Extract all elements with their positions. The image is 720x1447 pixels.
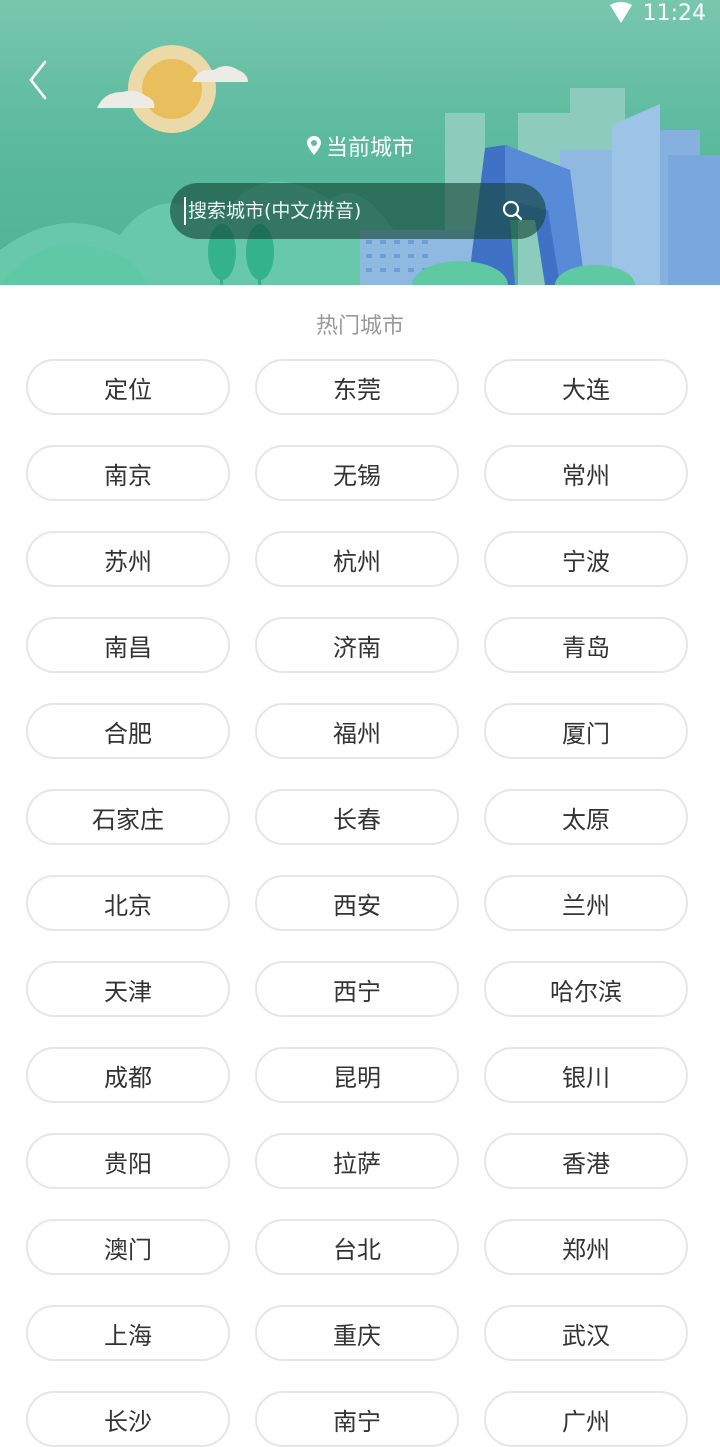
city-button[interactable]: 长沙 <box>26 1391 230 1447</box>
city-button[interactable]: 长春 <box>255 789 459 845</box>
current-city-label[interactable]: 当前城市 <box>0 130 720 162</box>
city-button[interactable]: 福州 <box>255 703 459 759</box>
city-button[interactable]: 大连 <box>484 359 688 415</box>
city-button[interactable]: 杭州 <box>255 531 459 587</box>
city-button[interactable]: 定位 <box>26 359 230 415</box>
city-button[interactable]: 拉萨 <box>255 1133 459 1189</box>
city-button[interactable]: 东莞 <box>255 359 459 415</box>
search-bar <box>170 183 546 239</box>
chevron-left-icon <box>29 60 47 100</box>
city-button[interactable]: 香港 <box>484 1133 688 1189</box>
city-search-input[interactable] <box>184 197 500 225</box>
city-button[interactable]: 厦门 <box>484 703 688 759</box>
city-button[interactable]: 澳门 <box>26 1219 230 1275</box>
city-button[interactable]: 苏州 <box>26 531 230 587</box>
hot-cities-title: 热门城市 <box>315 314 404 339</box>
city-button[interactable]: 无锡 <box>255 445 459 501</box>
city-button[interactable]: 石家庄 <box>26 789 230 845</box>
city-button[interactable]: 太原 <box>484 789 688 845</box>
city-button[interactable]: 济南 <box>255 617 459 673</box>
city-button[interactable]: 兰州 <box>484 875 688 931</box>
city-button[interactable]: 南京 <box>26 445 230 501</box>
city-button[interactable]: 昆明 <box>255 1047 459 1103</box>
status-time: 11:24 <box>642 0 706 26</box>
city-button[interactable]: 常州 <box>484 445 688 501</box>
city-button[interactable]: 南昌 <box>26 617 230 673</box>
city-button[interactable]: 天津 <box>26 961 230 1017</box>
city-button[interactable]: 青岛 <box>484 617 688 673</box>
city-button[interactable]: 上海 <box>26 1305 230 1361</box>
hot-cities-grid: 定位 东莞 大连南京 无锡 常州苏州 杭州 宁波南昌 济南 青岛合肥 福州 厦门石家庄 长春 太原北京西… <box>26 359 690 1447</box>
city-button[interactable]: 银川 <box>484 1047 688 1103</box>
city-button[interactable]: 重庆 <box>255 1305 459 1361</box>
city-button[interactable]: 合肥 <box>26 703 230 759</box>
city-button[interactable]: 广州 <box>484 1391 688 1447</box>
location-pin-icon <box>306 136 321 155</box>
wifi-icon <box>609 2 632 23</box>
city-button[interactable]: 宁波 <box>484 531 688 587</box>
city-button[interactable]: 成都 <box>26 1047 230 1103</box>
city-button[interactable]: 西宁 <box>255 961 459 1017</box>
city-button[interactable]: 台北 <box>255 1219 459 1275</box>
city-button[interactable]: 哈尔滨 <box>484 961 688 1017</box>
back-button[interactable] <box>18 56 58 104</box>
current-city-text: 当前城市 <box>325 136 414 161</box>
city-button[interactable]: 贵阳 <box>26 1133 230 1189</box>
city-button[interactable]: 郑州 <box>484 1219 688 1275</box>
search-icon[interactable] <box>500 198 526 224</box>
building <box>668 155 720 285</box>
city-button[interactable]: 武汉 <box>484 1305 688 1361</box>
status-bar: 11:24 <box>609 0 706 26</box>
city-button[interactable]: 西安 <box>255 875 459 931</box>
city-button[interactable]: 北京 <box>26 875 230 931</box>
sun <box>142 59 202 119</box>
header-banner: 11:24 当前城市 <box>0 0 720 285</box>
city-button[interactable]: 南宁 <box>255 1391 459 1447</box>
